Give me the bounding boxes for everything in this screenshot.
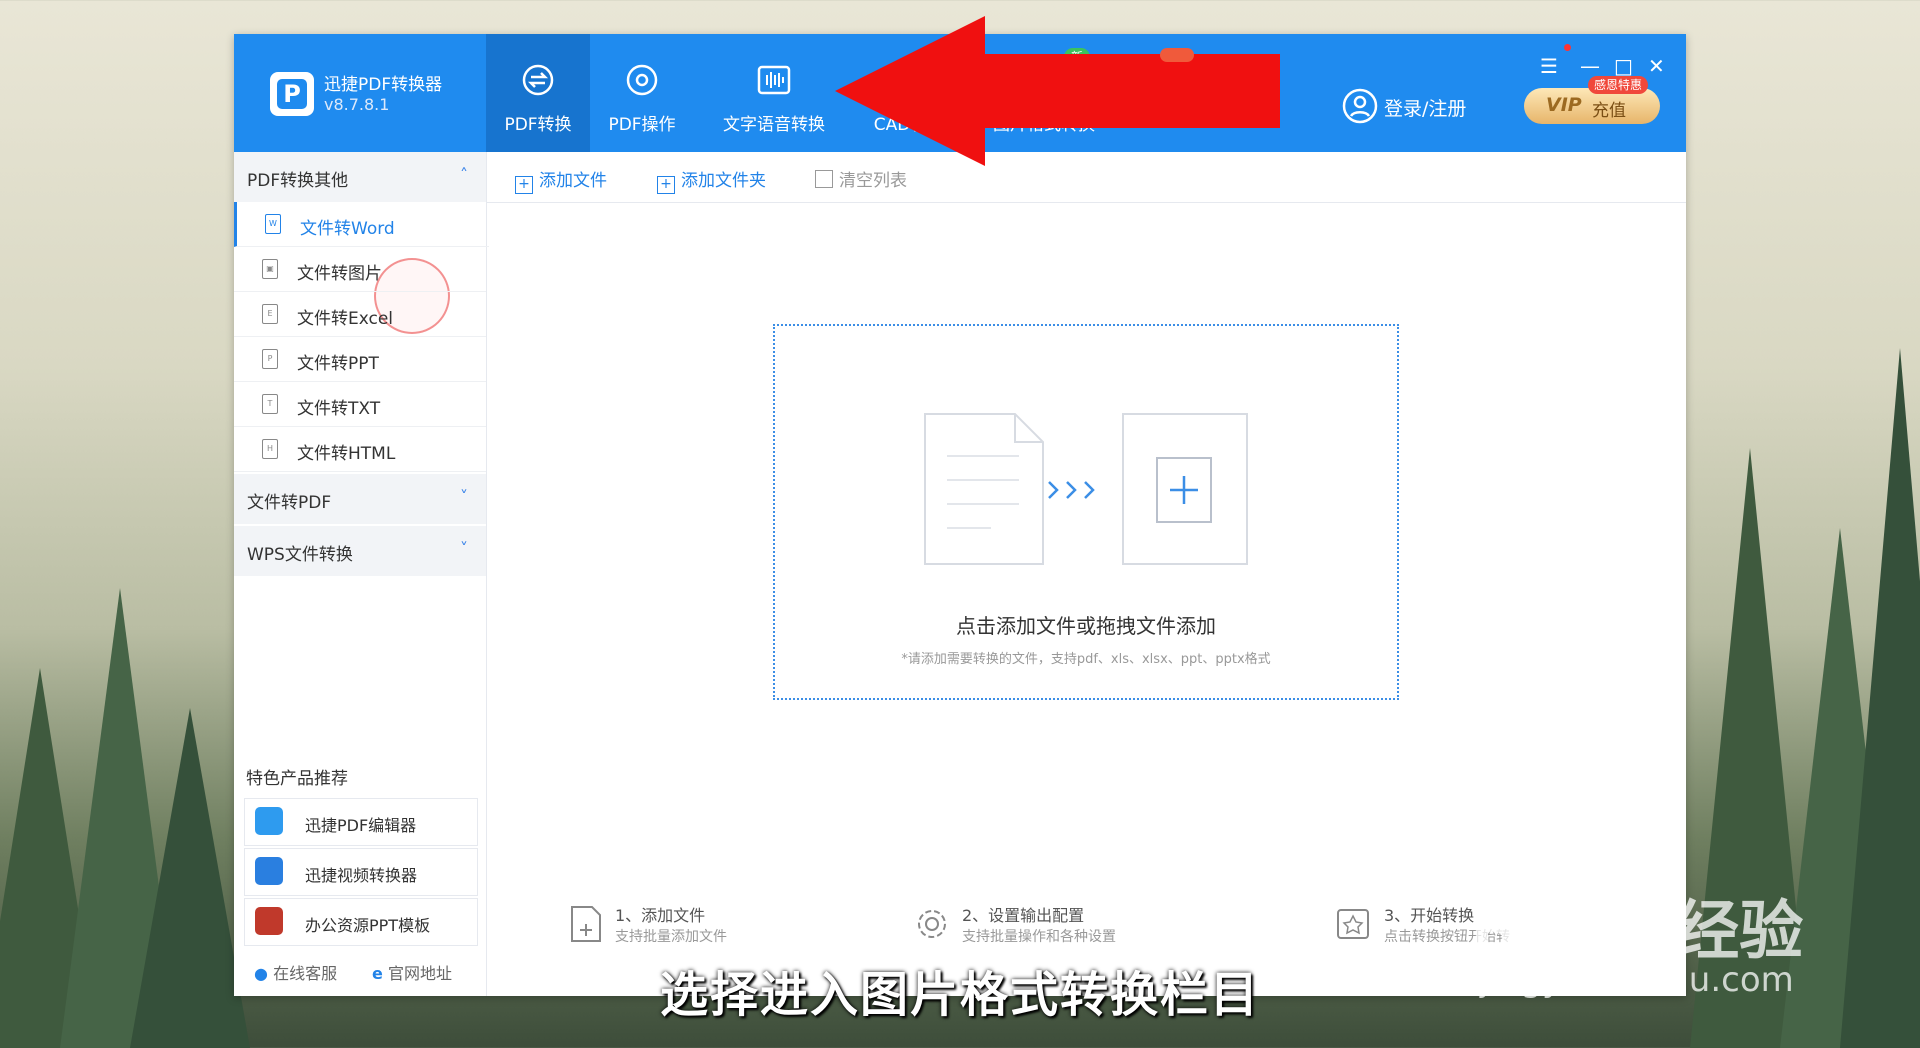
txt-file-icon: T: [262, 394, 278, 414]
app-window: P 迅捷PDF转换器 v8.7.8.1 PDF转换 PDF操作 文字语音转换 C…: [234, 34, 1686, 996]
chevron-down-icon: ˅: [460, 539, 468, 558]
add-folder-button[interactable]: + 添加文件夹: [657, 166, 766, 194]
login-link[interactable]: 登录/注册: [1384, 94, 1466, 121]
excel-file-icon: E: [262, 304, 278, 324]
minimize-button[interactable]: —: [1580, 54, 1600, 78]
group-file-to-pdf[interactable]: 文件转PDF ˅: [234, 474, 486, 524]
chevron-down-icon: ˅: [460, 487, 468, 506]
pdf-convert-icon: [522, 64, 554, 96]
notification-dot: [1564, 44, 1571, 51]
sidebar: PDF转换其他 ˄ W 文件转Word ▣ 文件转图片 E 文件转Excel P 文件转…: [234, 152, 489, 996]
featured-pdf-editor[interactable]: 迅捷PDF编辑器: [244, 798, 478, 846]
add-file-icon: +: [515, 176, 533, 194]
close-button[interactable]: ✕: [1648, 54, 1665, 78]
image-file-icon: ▣: [262, 259, 278, 279]
featured-title: 特色产品推荐: [246, 769, 348, 789]
featured-ppt-template[interactable]: 办公资源PPT模板: [244, 898, 478, 946]
add-file-illustration: [924, 413, 1248, 565]
group-pdf-convert-other[interactable]: PDF转换其他 ˄: [234, 152, 486, 202]
convert-star-icon: [1337, 909, 1369, 939]
gear-icon: [918, 910, 946, 938]
app-version: v8.7.8.1: [324, 95, 390, 114]
html-file-icon: H: [262, 439, 278, 459]
sidebar-item-txt[interactable]: T 文件转TXT: [234, 382, 486, 427]
subtitle-caption: 选择进入图片格式转换栏目: [659, 967, 1260, 1023]
nav-voice-convert[interactable]: 文字语音转换: [704, 34, 844, 152]
maximize-button[interactable]: □: [1614, 54, 1633, 78]
pdf-operate-icon: [626, 64, 658, 96]
add-file-button[interactable]: + 添加文件: [515, 166, 607, 194]
nav-pdf-operate[interactable]: PDF操作: [592, 34, 692, 152]
add-file-step-icon: [571, 906, 601, 942]
chevron-up-icon: ˄: [460, 165, 468, 184]
nav-pdf-convert[interactable]: PDF转换: [486, 34, 590, 152]
vip-promo-tag: 感恩特惠: [1588, 76, 1649, 94]
red-arrow-annotation: [835, 16, 1280, 166]
group-wps-convert[interactable]: WPS文件转换 ˅: [234, 526, 486, 576]
trash-icon: [815, 170, 833, 188]
voice-icon: [757, 65, 791, 95]
featured-video-converter[interactable]: 迅捷视频转换器: [244, 848, 478, 896]
ppt-template-icon: [255, 907, 283, 935]
sidebar-item-ppt[interactable]: P 文件转PPT: [234, 337, 486, 382]
sidebar-item-image[interactable]: ▣ 文件转图片: [234, 247, 486, 292]
drop-zone-hint: *请添加需要转换的文件，支持pdf、xls、xlsx、ppt、pptx格式: [901, 652, 1271, 667]
user-icon[interactable]: [1342, 88, 1378, 124]
pdf-editor-icon: [255, 807, 283, 835]
ppt-file-icon: P: [262, 349, 278, 369]
sidebar-item-word[interactable]: W 文件转Word: [234, 202, 489, 247]
hot-badge: [1160, 48, 1194, 62]
clear-list-button[interactable]: 清空列表: [815, 166, 907, 191]
drop-zone-title: 点击添加文件或拖拽文件添加: [956, 614, 1216, 638]
video-converter-icon: [255, 857, 283, 885]
add-folder-icon: +: [657, 176, 675, 194]
word-file-icon: W: [265, 214, 281, 234]
app-name: 迅捷PDF转换器: [324, 75, 443, 95]
app-logo: P: [270, 72, 314, 116]
sidebar-item-excel[interactable]: E 文件转Excel: [234, 292, 486, 337]
sidebar-item-html[interactable]: H 文件转HTML: [234, 427, 486, 472]
drop-zone[interactable]: 点击添加文件或拖拽文件添加 *请添加需要转换的文件，支持pdf、xls、xlsx…: [773, 324, 1399, 700]
menu-icon[interactable]: ☰: [1540, 54, 1558, 78]
